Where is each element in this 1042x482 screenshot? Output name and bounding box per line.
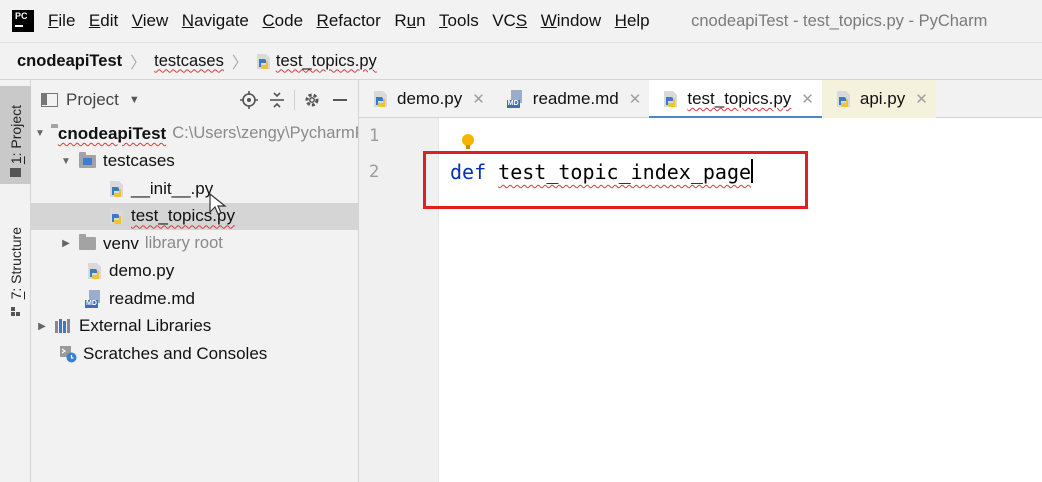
- tree-item-testcases[interactable]: ▼ testcases: [31, 148, 358, 176]
- line-number-gutter: 1 2: [359, 118, 439, 482]
- tree-item-venv[interactable]: ▶ venv library root: [31, 230, 358, 258]
- pycharm-logo-icon[interactable]: PC: [12, 10, 34, 32]
- close-icon[interactable]: ✕: [915, 90, 928, 108]
- python-file-icon: [663, 90, 678, 108]
- python-file-icon: [836, 90, 851, 108]
- line-number: 2: [369, 162, 380, 182]
- menu-run[interactable]: Run: [394, 11, 425, 31]
- tree-item-init[interactable]: __init__.py: [31, 175, 358, 203]
- chevron-down-icon[interactable]: ▼: [35, 128, 45, 139]
- close-icon[interactable]: ✕: [801, 90, 814, 108]
- project-panel-header: Project ▼: [31, 80, 358, 120]
- breadcrumb-file[interactable]: test_topics.py: [276, 52, 377, 71]
- menu-tools[interactable]: Tools: [439, 11, 479, 31]
- markdown-file-icon: MD: [85, 289, 103, 308]
- menu-edit[interactable]: Edit: [89, 11, 118, 31]
- menu-help[interactable]: Help: [615, 11, 650, 31]
- structure-icon: [11, 302, 21, 316]
- menu-vcs[interactable]: VCS: [492, 11, 527, 31]
- python-file-icon: [109, 180, 124, 198]
- scratches-icon: [59, 345, 77, 363]
- chevron-right-icon[interactable]: ▶: [35, 321, 49, 332]
- locate-file-icon[interactable]: [235, 88, 263, 112]
- package-folder-icon: [79, 151, 96, 168]
- tab-api-py[interactable]: api.py ✕: [821, 80, 936, 118]
- breadcrumb-folder[interactable]: testcases: [154, 52, 224, 71]
- chevron-right-icon[interactable]: ▶: [59, 238, 73, 249]
- line-number: 1: [369, 126, 380, 146]
- markdown-file-icon: MD: [506, 90, 525, 108]
- python-file-icon: [87, 262, 102, 280]
- chevron-down-icon[interactable]: ▼: [59, 156, 73, 167]
- code-editor[interactable]: def test_topic_index_page: [440, 118, 1042, 482]
- project-view-icon: [41, 93, 58, 107]
- breadcrumb-separator-icon: 〉: [130, 55, 147, 72]
- tree-item-external-libraries[interactable]: ▶ External Libraries: [31, 313, 358, 341]
- menu-refactor[interactable]: Refactor: [317, 11, 381, 31]
- tab-test-topics-py[interactable]: test_topics.py ✕: [649, 80, 822, 119]
- project-view-selector[interactable]: Project: [66, 90, 119, 110]
- text-caret: [751, 159, 754, 183]
- menu-view[interactable]: View: [132, 11, 169, 31]
- left-tool-strip: 1: Project 7: Structure: [0, 80, 31, 482]
- tree-item-readme[interactable]: MD readme.md: [31, 285, 358, 313]
- python-file-icon: [373, 90, 388, 108]
- gear-icon[interactable]: [298, 88, 326, 112]
- window-title: cnodeapiTest - test_topics.py - PyCharm: [691, 11, 988, 30]
- chevron-down-icon[interactable]: ▼: [129, 94, 140, 106]
- menu-file[interactable]: File: [48, 11, 75, 31]
- library-icon: [55, 319, 73, 334]
- breadcrumb-separator-icon: 〉: [231, 55, 248, 72]
- project-tree: ▼ cnodeapiTest C:\Users\zengy\PycharmPro…: [31, 120, 358, 368]
- lightbulb-icon[interactable]: [462, 134, 474, 149]
- menu-window[interactable]: Window: [541, 11, 601, 31]
- python-file-icon: [109, 207, 124, 225]
- tree-item-scratches[interactable]: Scratches and Consoles: [31, 340, 358, 368]
- tree-item-test-topics[interactable]: test_topics.py: [31, 202, 358, 230]
- close-icon[interactable]: ✕: [472, 90, 485, 108]
- python-file-icon: [256, 53, 271, 70]
- breadcrumb-project[interactable]: cnodeapiTest: [17, 52, 122, 71]
- tab-demo-py[interactable]: demo.py ✕: [359, 80, 493, 118]
- minimize-icon[interactable]: [326, 88, 354, 112]
- tree-item-demo[interactable]: demo.py: [31, 258, 358, 286]
- breadcrumb: cnodeapiTest 〉 testcases 〉 test_topics.p…: [0, 42, 1042, 80]
- collapse-all-icon[interactable]: [263, 88, 291, 112]
- close-icon[interactable]: ✕: [629, 90, 642, 108]
- menu-bar: PC File Edit View Navigate Code Refactor…: [0, 0, 1042, 42]
- folder-icon: [10, 168, 21, 177]
- mouse-pointer-icon: [209, 192, 227, 217]
- code-line-2[interactable]: def test_topic_index_page: [450, 159, 754, 184]
- editor-tab-bar: demo.py ✕ MD readme.md ✕ test_topics.py …: [359, 80, 1042, 119]
- menu-code[interactable]: Code: [262, 11, 303, 31]
- project-panel: Project ▼ ▼ cnodeapiTest C:\Users\zengy\…: [31, 80, 359, 482]
- menu-navigate[interactable]: Navigate: [182, 11, 249, 31]
- tab-readme-md[interactable]: MD readme.md ✕: [493, 80, 650, 118]
- tree-item-root[interactable]: ▼ cnodeapiTest C:\Users\zengy\PycharmPro…: [31, 120, 358, 148]
- folder-icon: [79, 234, 96, 251]
